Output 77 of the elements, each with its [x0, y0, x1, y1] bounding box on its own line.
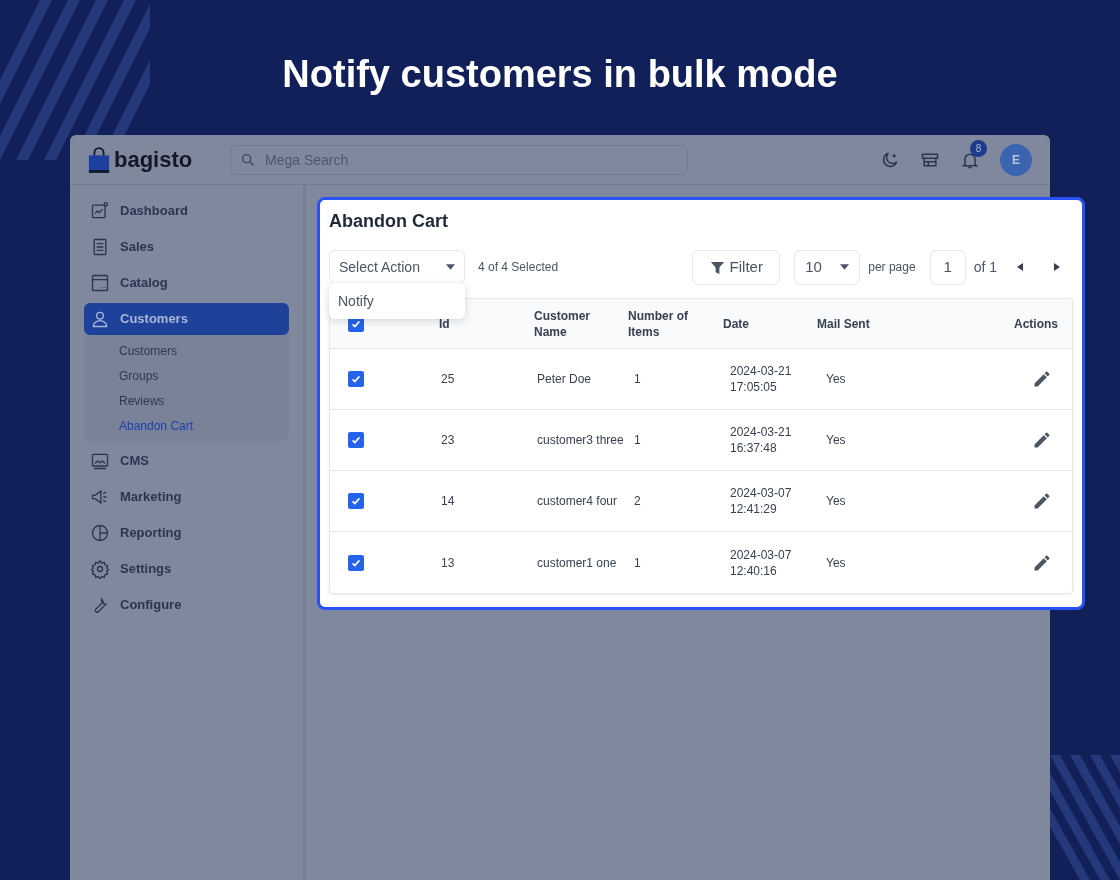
column-header: Date: [723, 315, 750, 332]
column-header: Actions: [1014, 315, 1059, 332]
table-cell-text: 1: [634, 554, 641, 572]
megaphone-icon: [90, 487, 110, 507]
pie-chart-icon: [90, 523, 110, 543]
sidebar-item[interactable]: Sales: [84, 231, 289, 263]
headline: Notify customers in bulk mode: [281, 52, 839, 97]
checkbox[interactable]: [348, 554, 364, 571]
checkbox[interactable]: [348, 432, 364, 448]
check-icon: [350, 434, 362, 446]
table-cell-text: 2024-03-07 12:41:29: [730, 485, 793, 517]
sidebar-item[interactable]: CMS: [84, 445, 289, 477]
notification-badge: 8: [970, 139, 987, 157]
search-icon: [240, 151, 256, 168]
monitor-icon: [90, 451, 110, 471]
sidebar-item[interactable]: Marketing: [84, 481, 289, 513]
table-cell-text: 14: [441, 493, 455, 510]
table-cell-text: 25: [441, 371, 455, 388]
menu-item[interactable]: Notify: [329, 289, 465, 313]
shopping-bag-icon: [88, 145, 110, 174]
previous-icon[interactable]: [1017, 263, 1023, 271]
window-icon: [90, 273, 110, 293]
column-header: Customer Name: [534, 307, 591, 340]
table-cell-text: Yes: [826, 493, 846, 510]
table-cell-text: Yes: [826, 432, 846, 449]
column-header: Mail Sent: [817, 315, 871, 332]
column-header: Number of Items: [628, 307, 689, 340]
sidebar-item[interactable]: Settings: [84, 553, 289, 585]
table-cell: Peter Doe: [537, 371, 592, 387]
table-cell-text: 23: [441, 432, 455, 449]
check-icon: [350, 495, 362, 507]
table-cell-text: 1: [634, 371, 641, 388]
page-input[interactable]: 1: [929, 249, 966, 285]
page-total: of 1: [973, 257, 997, 277]
checkbox[interactable]: [348, 371, 364, 387]
filter-icon: [709, 259, 725, 275]
per-page-label: per page: [868, 259, 916, 276]
edit-icon[interactable]: [1032, 552, 1052, 573]
submenu-item[interactable]: Groups: [84, 363, 289, 388]
checkbox[interactable]: [348, 493, 364, 509]
submenu-item[interactable]: Abandon Cart: [84, 413, 289, 438]
submenu-item[interactable]: Customers: [84, 338, 289, 363]
logo-text: bagisto: [114, 146, 193, 174]
action-select[interactable]: Select Action: [329, 250, 465, 284]
caret-icon: [840, 264, 850, 270]
caret-icon: [446, 264, 455, 270]
selection-count: 4 of 4 Selected: [478, 259, 559, 276]
table-cell: customer1 one: [537, 554, 617, 571]
sidebar-item[interactable]: Customers: [84, 303, 289, 335]
table-cell: customer3 three: [537, 432, 624, 448]
edit-icon[interactable]: [1032, 430, 1052, 450]
card-title: Abandon Cart: [329, 210, 449, 233]
sidebar-item[interactable]: Dashboard: [84, 195, 289, 227]
edit-icon[interactable]: [1032, 491, 1052, 511]
table-cell-text: 2024-03-21 17:05:05: [730, 363, 793, 395]
avatar[interactable]: E: [1000, 143, 1032, 176]
table-cell-text: 13: [441, 554, 455, 572]
edit-icon[interactable]: [1032, 369, 1052, 389]
next-icon[interactable]: [1054, 263, 1060, 271]
table-cell-text: 2024-03-21 16:37:48: [730, 424, 793, 456]
sidebar-item[interactable]: Configure: [84, 589, 289, 621]
table-cell-text: Yes: [826, 554, 846, 572]
table-cell-text: 1: [634, 432, 641, 449]
check-icon: [350, 373, 362, 385]
table-cell: customer4 four: [537, 493, 618, 509]
table-cell-text: 2024-03-07 12:40:16: [730, 546, 793, 579]
column-header: Id: [439, 315, 451, 332]
submenu-item[interactable]: Reviews: [84, 388, 289, 413]
filter-button[interactable]: Filter: [692, 249, 781, 285]
table-cell-text: 2: [634, 493, 641, 510]
sidebar-item[interactable]: Catalog: [84, 267, 289, 299]
settings-icon: [90, 559, 110, 579]
user-icon: [90, 309, 110, 329]
per-page-select[interactable]: 10: [794, 249, 861, 285]
chart-icon: [90, 201, 110, 221]
table-cell-text: Yes: [826, 371, 846, 388]
sidebar-item[interactable]: Reporting: [84, 517, 289, 549]
